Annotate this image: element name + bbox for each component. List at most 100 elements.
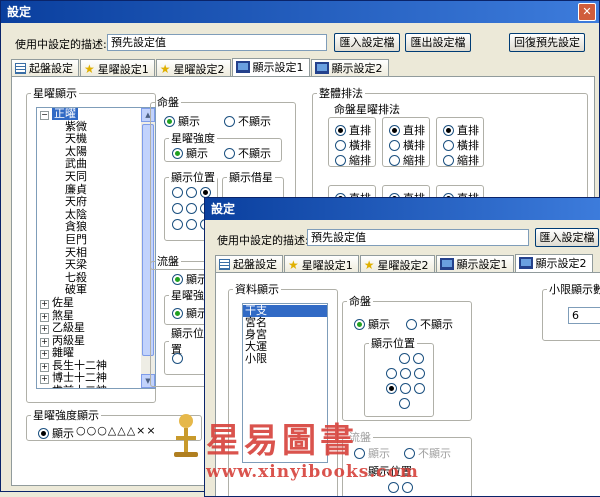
expand-icon[interactable]: + [40, 350, 49, 360]
radio-indicator [224, 116, 235, 127]
strength-hide-radio[interactable]: 不顯示 [224, 145, 271, 161]
strength-display-show-radio[interactable]: 顯示 [38, 425, 74, 441]
layout-radio-shrink[interactable]: 縮排 [335, 152, 371, 166]
layout-radio-horizontal[interactable]: 橫排 [335, 137, 371, 153]
flow-strength-show-radio[interactable]: 顯示 [172, 305, 208, 321]
tree-node[interactable]: 廉貞 [37, 183, 141, 197]
layout-radio-vertical[interactable]: 直排 [389, 122, 425, 138]
tab-bar: 起盤設定 ★ 星曜設定1 ★ 星曜設定2 顯示設定1 顯示設定2 [215, 253, 594, 275]
layout-option-box: 直排 橫排 縮排 [382, 117, 430, 167]
import-settings-button[interactable]: 匯入設定檔 [334, 33, 400, 52]
expand-icon[interactable]: + [40, 325, 49, 335]
tree-node[interactable]: 天府 [37, 195, 141, 209]
life-palace-legend: 命盤 [349, 295, 371, 308]
tree-node[interactable]: 太陽 [37, 145, 141, 159]
radio-indicator [414, 368, 425, 379]
borrow-star-legend: 顯示借星 [229, 171, 273, 184]
tree-node[interactable]: 巨門 [37, 233, 141, 247]
radio-indicator [406, 319, 417, 330]
layout-radio-shrink[interactable]: 縮排 [389, 152, 425, 166]
radio-indicator [38, 428, 49, 439]
tree-node[interactable]: 武曲 [37, 158, 141, 171]
small-limit-input[interactable]: 6 [568, 307, 600, 324]
tree-node[interactable]: 天機 [37, 132, 141, 146]
flow-show-radio[interactable]: 顯示 [354, 445, 390, 461]
radio-indicator [399, 398, 410, 409]
position-legend: 顯示位置 [371, 337, 415, 350]
watermark-name: 星易圖書 [206, 421, 358, 461]
overall-layout-legend: 整體排法 [319, 87, 363, 100]
tree-node[interactable]: 貪狼 [37, 221, 141, 234]
layout-radio-horizontal[interactable]: 橫排 [443, 137, 479, 153]
radio-indicator [399, 353, 410, 364]
bookstore-logo-icon [174, 414, 198, 457]
tree-node[interactable]: − 正曜 [37, 108, 141, 121]
tree-node[interactable]: 天梁 [37, 258, 141, 272]
radio-indicator [172, 187, 183, 198]
radio-indicator [186, 187, 197, 198]
expand-icon[interactable]: + [40, 375, 49, 385]
layout-radio-shrink[interactable]: 縮排 [443, 152, 479, 166]
watermark-url: www.xinyibooks.com [206, 462, 419, 482]
radio-indicator [224, 148, 235, 159]
collapse-icon[interactable]: − [40, 111, 49, 120]
export-settings-button[interactable]: 匯出設定檔 [405, 33, 471, 52]
data-display-legend: 資料顯示 [235, 283, 279, 296]
tree-node[interactable]: 天相 [37, 246, 141, 260]
monitor-icon [518, 257, 533, 269]
layout-radio-vertical[interactable]: 直排 [443, 122, 479, 138]
expand-icon[interactable]: + [40, 362, 49, 372]
tree-node[interactable]: 太陰 [37, 208, 141, 222]
restore-defaults-button[interactable]: 回復預先設定 [509, 33, 585, 52]
import-settings-button[interactable]: 匯入設定檔 [535, 228, 599, 247]
layout-radio-vertical[interactable]: 直排 [335, 122, 371, 138]
expand-icon[interactable]: + [40, 299, 49, 309]
flow-position-grid[interactable] [388, 481, 416, 494]
radio-indicator [388, 482, 399, 493]
radio-indicator [402, 482, 413, 493]
radio-indicator [404, 448, 415, 459]
life-hide-radio[interactable]: 不顯示 [224, 113, 271, 129]
strength-show-radio[interactable]: 顯示 [172, 145, 208, 161]
star-tree[interactable]: − 正曜 紫微 天機 太陽 武曲 天同 廉貞 天府 太陰 貪狼 巨門 天相 天梁 七殺 破軍 + 佐星 + 煞星 + 乙級… [36, 107, 156, 389]
position-legend: 顯示位置 [171, 171, 215, 184]
life-hide-radio[interactable]: 不顯示 [406, 316, 453, 332]
position-grid[interactable] [386, 351, 428, 411]
radio-indicator [389, 140, 400, 151]
radio-indicator [443, 155, 454, 166]
life-show-radio[interactable]: 顯示 [354, 316, 390, 332]
life-show-radio[interactable]: 顯示 [164, 113, 200, 129]
radio-indicator [400, 368, 411, 379]
radio-indicator [186, 203, 197, 214]
tree-node[interactable]: 天同 [37, 170, 141, 184]
expand-icon[interactable]: + [41, 388, 48, 389]
star-display-legend: 星曜顯示 [33, 87, 77, 100]
grid-icon [15, 63, 26, 74]
window-title: 設定 [211, 202, 236, 216]
layout-option-box: 直排 橫排 縮排 [436, 117, 484, 167]
flow-position-grid[interactable] [172, 352, 186, 365]
window-titlebar[interactable]: 設定 [205, 198, 600, 220]
radio-indicator [335, 125, 346, 136]
monitor-icon [439, 258, 454, 270]
desc-input[interactable]: 預先設定值 [107, 34, 327, 51]
tree-node[interactable]: +歲前十二神 [37, 384, 141, 389]
close-icon[interactable]: ✕ [578, 3, 596, 21]
expand-icon[interactable]: + [40, 337, 49, 347]
radio-indicator [172, 274, 183, 285]
flow-show-radio[interactable]: 顯示 [172, 271, 208, 287]
tree-node[interactable]: 紫微 [37, 120, 141, 134]
tree-node[interactable]: 七殺 [37, 271, 141, 285]
expand-icon[interactable]: + [40, 312, 49, 322]
radio-indicator [386, 383, 397, 394]
radio-indicator [186, 219, 197, 230]
layout-sublabel: 命盤星曜排法 [334, 103, 400, 116]
grid-icon [219, 259, 230, 270]
desc-input[interactable]: 預先設定值 [307, 229, 529, 246]
radio-indicator [335, 155, 346, 166]
layout-radio-horizontal[interactable]: 橫排 [389, 137, 425, 153]
flow-hide-radio[interactable]: 不顯示 [404, 445, 451, 461]
strength-legend: 星曜強度 [171, 132, 215, 145]
window-titlebar[interactable]: 設定 ✕ [1, 1, 599, 23]
list-item[interactable]: 小限 [243, 353, 327, 365]
